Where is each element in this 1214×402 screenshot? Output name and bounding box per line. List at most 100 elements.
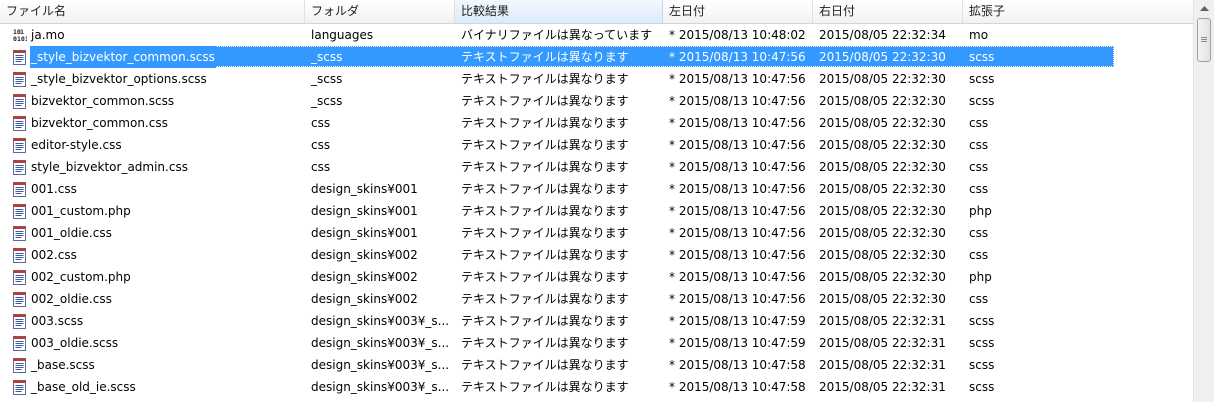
table-row[interactable]: editor-style.css css テキストファイルは異なります * 2015/…: [0, 134, 1193, 156]
table-row[interactable]: 003.scss design_skins¥003¥_s... テキストファイルは異…: [0, 310, 1193, 332]
thumb-grip: [1201, 39, 1207, 40]
left-date-cell: * 2015/08/13 10:47:56: [669, 94, 806, 108]
table-row[interactable]: bizvektor_common.css css テキストファイルは異なります * 2…: [0, 112, 1193, 134]
result-cell: テキストファイルは異なります: [461, 72, 629, 86]
text-file-icon: [13, 291, 26, 307]
table-row[interactable]: style_bizvektor_admin.css css テキストファイルは異なり…: [0, 156, 1193, 178]
left-date-cell: * 2015/08/13 10:47:56: [669, 50, 806, 64]
column-header-folder[interactable]: フォルダ: [305, 0, 455, 23]
column-header-right-date[interactable]: 右日付: [813, 0, 963, 23]
folder-cell: languages: [311, 28, 374, 42]
text-file-icon: [13, 137, 26, 153]
text-file-icon: [13, 93, 26, 109]
folder-cell: design_skins¥001: [311, 226, 418, 240]
folder-cell: css: [311, 138, 331, 152]
table-row[interactable]: _style_bizvektor_options.scss _scss テキストファ…: [0, 68, 1193, 90]
table-row[interactable]: 10 1 0 101 ja.mo languages バイナリファイルは異なっていま…: [0, 24, 1193, 46]
result-cell: バイナリファイルは異なっています: [461, 28, 653, 42]
right-date-cell: 2015/08/05 22:32:31: [819, 380, 946, 394]
folder-cell: css: [311, 116, 331, 130]
folder-cell: design_skins¥002: [311, 292, 418, 306]
column-header-filename[interactable]: ファイル名: [0, 0, 305, 23]
filename-label: bizvektor_common.css: [31, 116, 168, 130]
extension-cell: css: [969, 226, 989, 240]
result-cell: テキストファイルは異なります: [461, 336, 629, 350]
extension-cell: scss: [969, 336, 995, 350]
right-date-cell: 2015/08/05 22:32:34: [819, 28, 946, 42]
result-cell: テキストファイルは異なります: [461, 138, 629, 152]
text-file-icon: [13, 181, 26, 197]
text-file-icon: [13, 115, 26, 131]
thumb-grip: [1201, 41, 1207, 42]
table-row[interactable]: 001.css design_skins¥001 テキストファイルは異なります * 2…: [0, 178, 1193, 200]
right-date-cell: 2015/08/05 22:32:31: [819, 358, 946, 372]
column-header-extension[interactable]: 拡張子: [963, 0, 1193, 23]
filename-label: _base.scss: [31, 358, 95, 372]
filename-cell: _base_old_ie.scss: [0, 376, 305, 398]
result-cell: テキストファイルは異なります: [461, 292, 629, 306]
extension-cell: css: [969, 160, 989, 174]
filename-label: 002_oldie.css: [31, 292, 112, 306]
right-date-cell: 2015/08/05 22:32:30: [819, 270, 946, 284]
filename-cell: bizvektor_common.scss: [0, 90, 305, 112]
result-cell: テキストファイルは異なります: [461, 358, 629, 372]
column-header-label: ファイル名: [6, 4, 67, 18]
right-date-cell: 2015/08/05 22:32:30: [819, 226, 946, 240]
column-header-label: フォルダ: [311, 4, 360, 18]
table-row[interactable]: 002_custom.php design_skins¥002 テキストファイルは異…: [0, 266, 1193, 288]
table-row[interactable]: _style_bizvektor_common.scss _scss テキストファイ…: [0, 46, 1193, 68]
table-row[interactable]: 001_custom.php design_skins¥001 テキストファイルは異…: [0, 200, 1193, 222]
filename-label: style_bizvektor_admin.css: [31, 160, 188, 174]
left-date-cell: * 2015/08/13 10:47:56: [669, 270, 806, 284]
extension-cell: css: [969, 138, 989, 152]
scrollbar-thumb[interactable]: [1197, 18, 1211, 62]
left-date-cell: * 2015/08/13 10:47:58: [669, 380, 806, 394]
table-row[interactable]: 002_oldie.css design_skins¥002 テキストファイルは異な…: [0, 288, 1193, 310]
filename-cell: 003.scss: [0, 310, 305, 332]
left-date-cell: * 2015/08/13 10:47:56: [669, 160, 806, 174]
binary-file-icon: 10 1 0 101: [13, 28, 29, 43]
folder-cell: design_skins¥002: [311, 270, 418, 284]
column-header-result[interactable]: ^ 比較結果: [455, 0, 663, 23]
result-cell: テキストファイルは異なります: [461, 50, 629, 64]
scroll-up-button[interactable]: [1194, 0, 1214, 17]
left-date-cell: * 2015/08/13 10:47:56: [669, 248, 806, 262]
folder-cell: design_skins¥003¥_s...: [311, 358, 450, 372]
table-row[interactable]: _base_old_ie.scss design_skins¥003¥_s... テ…: [0, 376, 1193, 398]
filename-cell: _style_bizvektor_common.scss: [0, 46, 305, 68]
right-date-cell: 2015/08/05 22:32:30: [819, 72, 946, 86]
folder-cell: _scss: [311, 94, 343, 108]
left-date-cell: * 2015/08/13 10:47:58: [669, 358, 806, 372]
right-date-cell: 2015/08/05 22:32:30: [819, 182, 946, 196]
filename-cell: _style_bizvektor_options.scss: [0, 68, 305, 90]
filename-cell: 002.css: [0, 244, 305, 266]
folder-cell: design_skins¥001: [311, 182, 418, 196]
text-file-icon: [13, 203, 26, 219]
table-row[interactable]: bizvektor_common.scss _scss テキストファイルは異なります…: [0, 90, 1193, 112]
column-header-bar: ファイル名 フォルダ ^ 比較結果 左日付 右日付 拡張子: [0, 0, 1193, 24]
column-header-left-date[interactable]: 左日付: [663, 0, 813, 23]
folder-cell: design_skins¥003¥_s...: [311, 314, 450, 328]
left-date-cell: * 2015/08/13 10:48:02: [669, 28, 806, 42]
filename-label: ja.mo: [31, 28, 65, 42]
filename-cell: _base.scss: [0, 354, 305, 376]
table-row[interactable]: 002.css design_skins¥002 テキストファイルは異なります * 2…: [0, 244, 1193, 266]
result-cell: テキストファイルは異なります: [461, 226, 629, 240]
extension-cell: scss: [969, 72, 995, 86]
folder-cell: design_skins¥001: [311, 204, 418, 218]
table-row[interactable]: _base.scss design_skins¥003¥_s... テキストファイル…: [0, 354, 1193, 376]
table-row[interactable]: 003_oldie.scss design_skins¥003¥_s... テキスト…: [0, 332, 1193, 354]
left-date-cell: * 2015/08/13 10:47:56: [669, 226, 806, 240]
result-cell: テキストファイルは異なります: [461, 94, 629, 108]
folder-cell: _scss: [311, 72, 343, 86]
right-date-cell: 2015/08/05 22:32:30: [819, 50, 946, 64]
text-file-icon: [13, 159, 26, 175]
right-date-cell: 2015/08/05 22:32:30: [819, 160, 946, 174]
filename-label: 001.css: [31, 182, 77, 196]
right-date-cell: 2015/08/05 22:32:30: [819, 292, 946, 306]
table-row[interactable]: 001_oldie.css design_skins¥001 テキストファイルは異な…: [0, 222, 1193, 244]
filename-label: 001_custom.php: [31, 204, 131, 218]
result-cell: テキストファイルは異なります: [461, 380, 629, 394]
vertical-scrollbar[interactable]: [1193, 0, 1214, 402]
filename-label: bizvektor_common.scss: [31, 94, 175, 108]
